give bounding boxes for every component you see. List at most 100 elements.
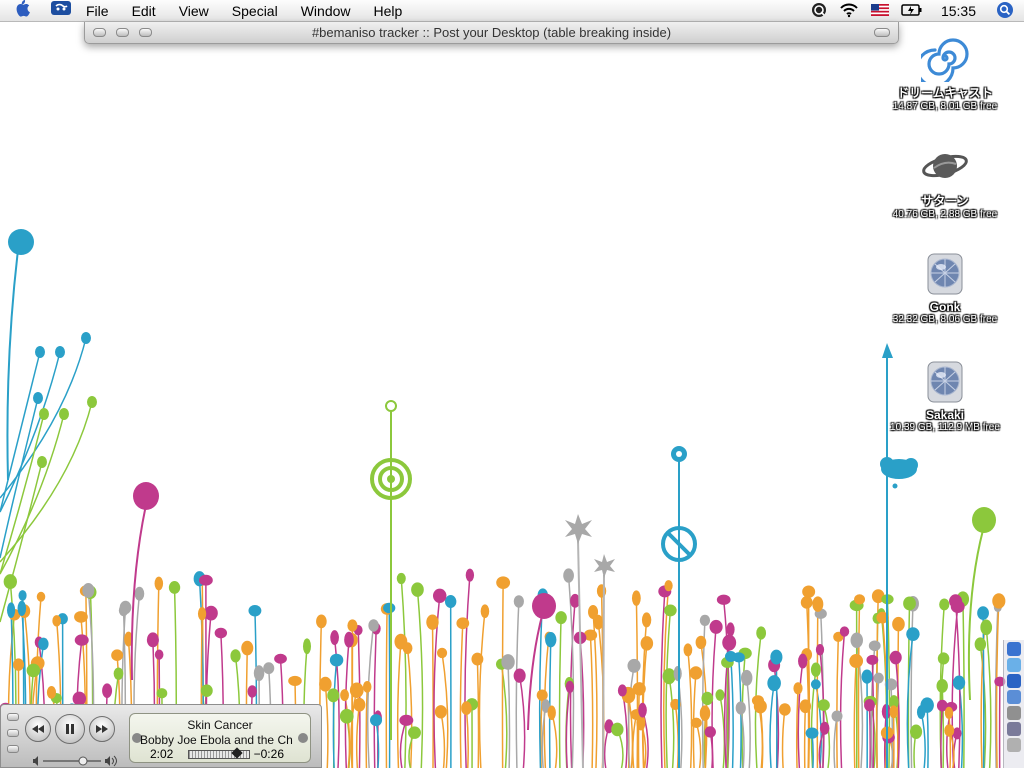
flower-bud: [201, 684, 213, 697]
finder-dock-icon[interactable]: [1007, 642, 1021, 656]
flower-bud: [13, 658, 24, 670]
trash-dock-icon[interactable]: [1007, 738, 1021, 752]
menu-view[interactable]: View: [179, 0, 209, 22]
flower-bud: [854, 594, 865, 604]
flower-bud: [725, 651, 737, 662]
flower-bud: [241, 641, 253, 656]
flower-bud: [230, 649, 240, 662]
flower-bud: [403, 642, 413, 654]
battery-icon[interactable]: [901, 3, 923, 20]
flower-bud: [910, 724, 922, 739]
flower-stem: [720, 695, 724, 768]
flower-stem: [345, 640, 349, 768]
flower-stem: [869, 705, 870, 768]
itunes-mini-player: Skin Cancer Bobby Joe Ebola and the Ch 2…: [0, 704, 322, 768]
minimize-button[interactable]: [7, 729, 19, 737]
itunes-dock-icon[interactable]: [1007, 658, 1021, 672]
flower-bud: [632, 590, 641, 606]
disk-name: Sakaki: [880, 408, 1010, 422]
flower-bud: [319, 677, 331, 692]
flower-bud: [169, 581, 180, 594]
lcd-toggle-right-icon[interactable]: [298, 733, 308, 743]
disk-sakaki[interactable]: Sakaki 10.39 GB, 112.9 MB free: [880, 358, 1010, 433]
flower-bud: [818, 699, 830, 711]
system-prefs-dock-icon[interactable]: [1007, 706, 1021, 720]
close-button[interactable]: [7, 713, 19, 721]
flower-bud: [638, 703, 647, 718]
app-dock-icon[interactable]: [1007, 722, 1021, 736]
apple-icon[interactable]: [14, 0, 34, 23]
flower-bud: [800, 699, 811, 713]
hard-disk-icon: [921, 250, 969, 298]
flower-bud: [873, 673, 883, 684]
menu-edit[interactable]: Edit: [132, 0, 156, 22]
flower-stem: [858, 599, 859, 768]
flower-bud: [316, 614, 327, 628]
disk-name: サターン: [880, 192, 1010, 209]
flower-bud: [340, 689, 349, 701]
flower-stem: [942, 686, 943, 768]
flower-stem: [927, 705, 928, 768]
flower-bud: [627, 659, 640, 673]
saturn-icon: [921, 142, 969, 190]
flower-bud: [889, 705, 897, 718]
spotlight-icon[interactable]: [996, 1, 1014, 22]
flower-bud: [700, 705, 710, 721]
flower-bud: [254, 665, 265, 681]
volume-slider[interactable]: [33, 754, 117, 766]
flower-bud: [816, 644, 824, 655]
flower-bud: [691, 718, 702, 728]
flower-bud: [892, 617, 905, 631]
pause-button[interactable]: [55, 714, 85, 744]
flower-bud: [770, 650, 782, 665]
elapsed-time: 2:02: [150, 747, 173, 761]
flower-bud: [74, 611, 88, 623]
flower-bud: [397, 573, 406, 584]
menu-special[interactable]: Special: [232, 0, 278, 22]
flower-bud: [944, 724, 954, 736]
previous-track-button[interactable]: [25, 716, 51, 742]
safari-dock-icon[interactable]: [1007, 674, 1021, 688]
disk-gonk[interactable]: Gonk 32.32 GB, 8.06 GB free: [880, 250, 1010, 325]
flower-bud: [4, 574, 17, 589]
disk-dreamcast[interactable]: ドリームキャスト 14.87 GB, 8.01 GB free: [880, 34, 1010, 112]
flower-bud: [330, 654, 343, 667]
finder-icon[interactable]: [50, 0, 74, 22]
flower-bud: [501, 654, 514, 670]
menu-file[interactable]: File: [86, 0, 109, 22]
next-track-button[interactable]: [89, 716, 115, 742]
flower-bud: [437, 648, 447, 658]
flower-bud: [52, 615, 61, 626]
flower-bud: [368, 619, 378, 632]
flower-bud: [664, 580, 672, 591]
browser-window-collapsed[interactable]: #bemaniso tracker :: Post your Desktop (…: [84, 22, 899, 44]
menu-clock[interactable]: 15:35: [941, 3, 976, 19]
flower-stem: [747, 678, 750, 768]
flower-bud: [248, 605, 261, 616]
flower-wallpaper: [0, 23, 1024, 768]
flower-stem: [566, 687, 570, 768]
quicksilver-icon[interactable]: [811, 2, 827, 21]
remaining-time: −0:26: [254, 747, 284, 761]
mail-dock-icon[interactable]: [1007, 690, 1021, 704]
now-playing-display[interactable]: Skin Cancer Bobby Joe Ebola and the Ch 2…: [129, 713, 311, 763]
flower-bud: [936, 679, 947, 693]
flower-bud: [471, 653, 483, 666]
flower-stem: [798, 661, 802, 768]
disk-saturn[interactable]: サターン 40.76 GB, 2.88 GB free: [880, 142, 1010, 220]
zoom-button[interactable]: [7, 745, 19, 753]
target-flower: [372, 401, 410, 740]
flower-bud: [35, 346, 45, 358]
progress-scrubber[interactable]: [188, 750, 250, 759]
flower-bud: [155, 577, 164, 591]
flower-stem: [669, 676, 674, 768]
menu-window[interactable]: Window: [301, 0, 351, 22]
us-flag-icon[interactable]: [871, 3, 889, 19]
flower-bud: [715, 689, 724, 701]
flower-bud: [461, 701, 471, 715]
flower-bud: [215, 628, 227, 639]
menu-help[interactable]: Help: [374, 0, 403, 22]
wifi-icon[interactable]: [839, 2, 859, 21]
flower-bud: [82, 583, 94, 598]
scrubber-knob[interactable]: [231, 747, 242, 758]
